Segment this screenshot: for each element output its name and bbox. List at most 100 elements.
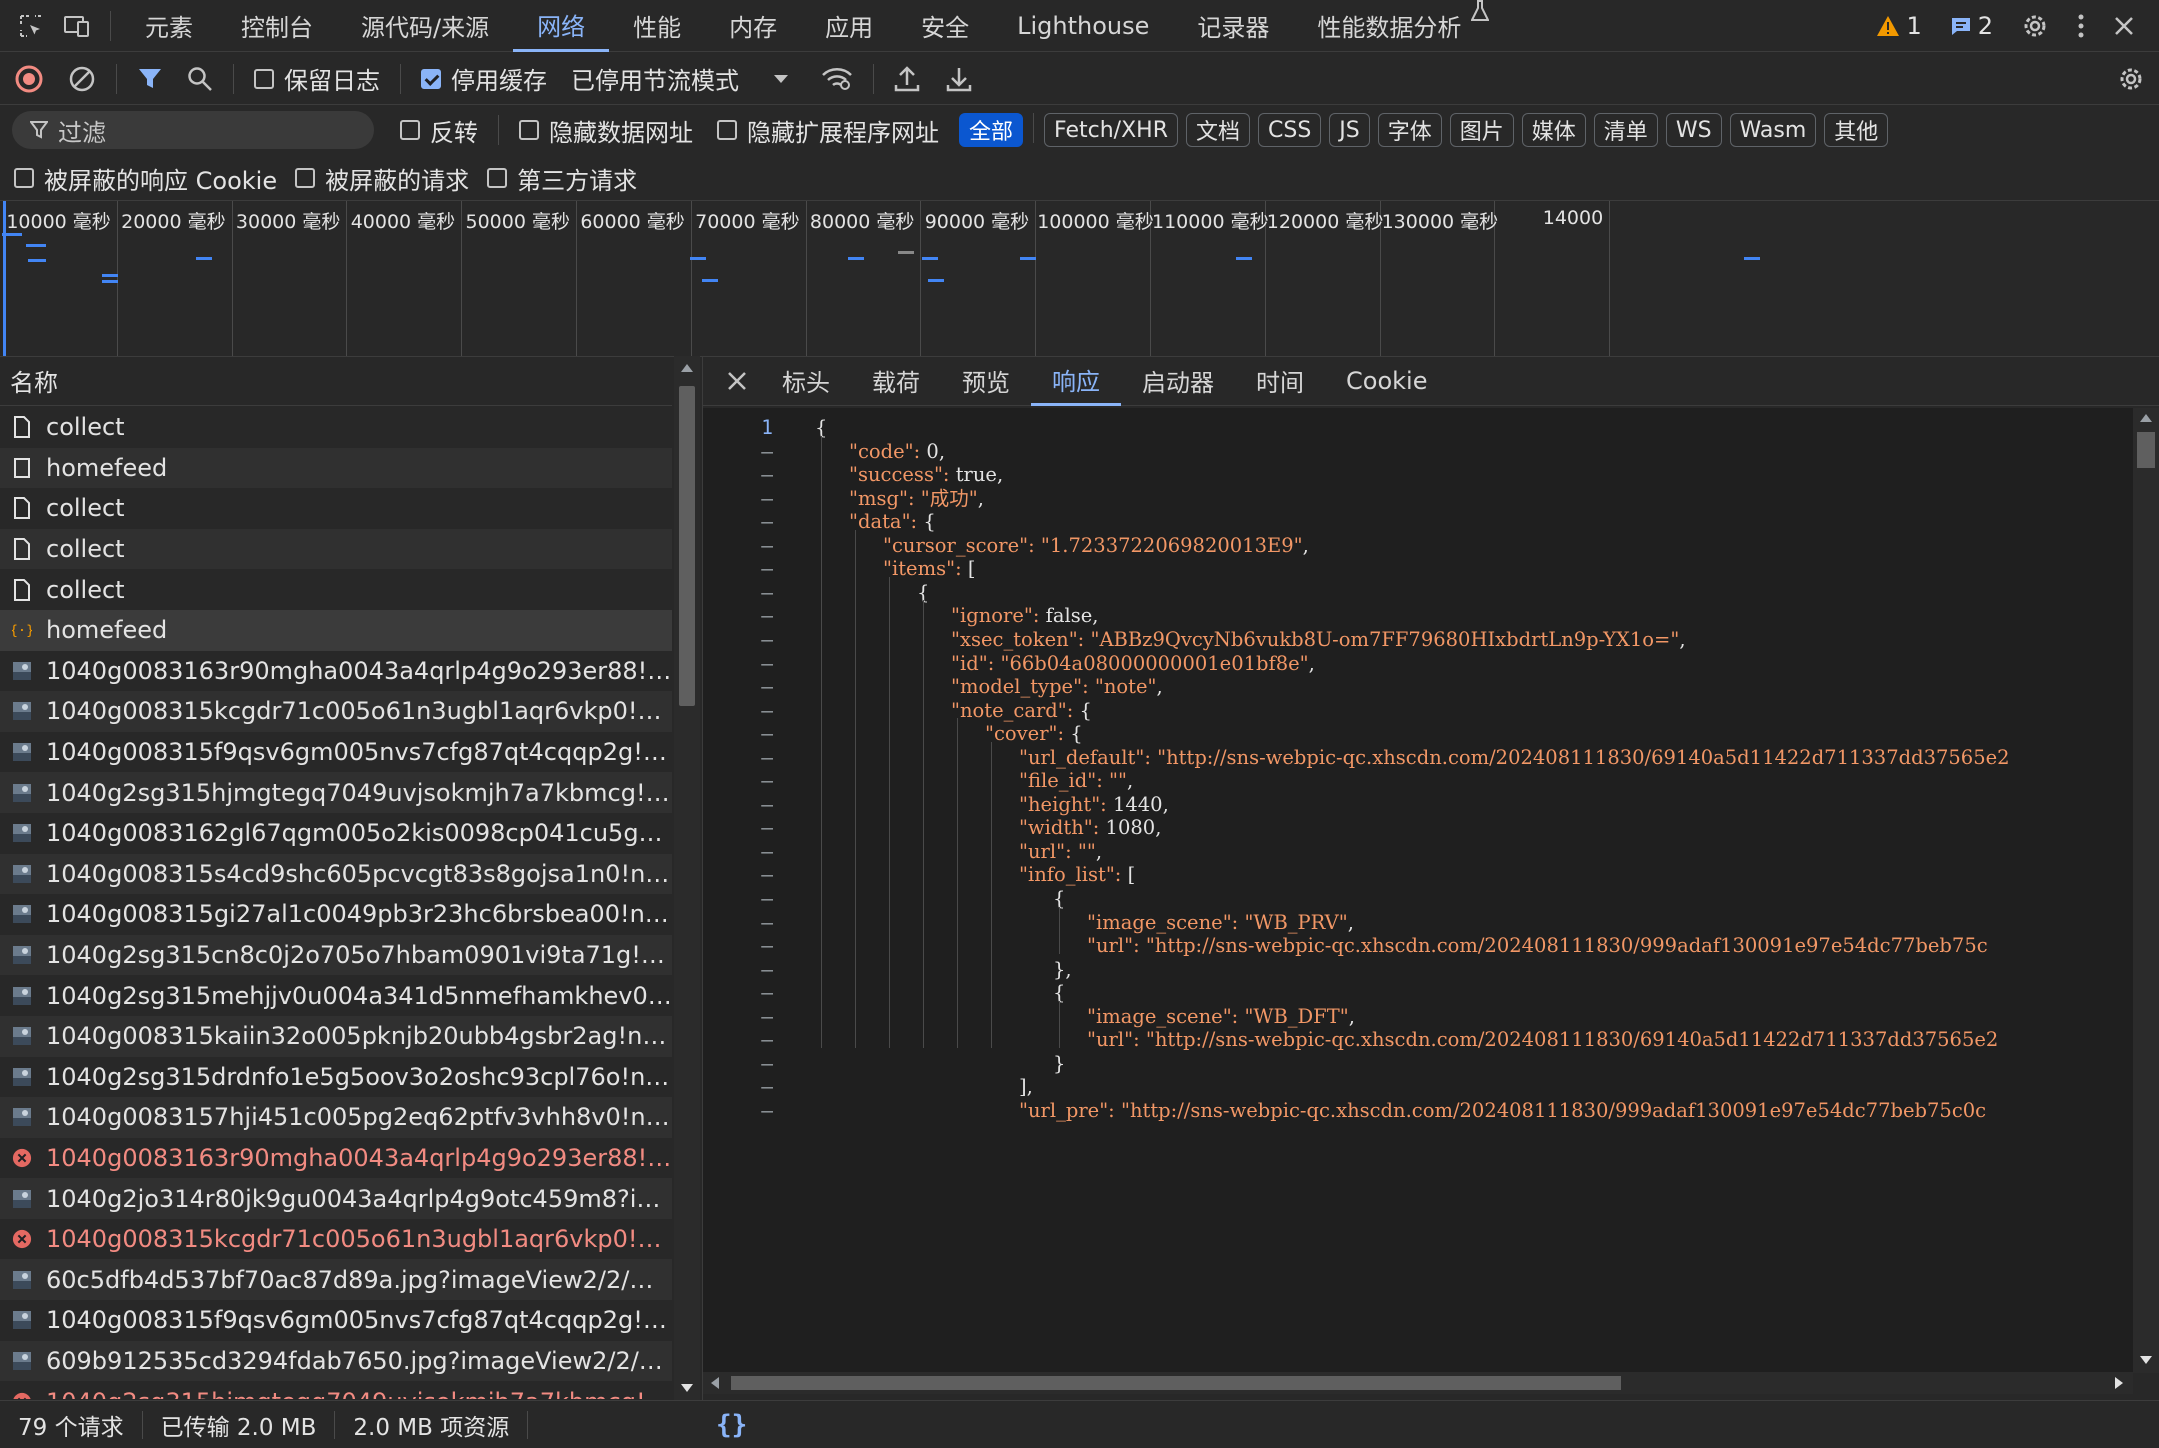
scroll-up-arrow-icon[interactable] (681, 364, 693, 372)
detail-tab[interactable]: 响应 (1031, 356, 1121, 406)
request-row[interactable]: 1040g0083162gl67qgm005o2kis0098cp041cu5g… (0, 813, 672, 854)
checkbox-box[interactable] (717, 120, 737, 140)
type-filter-chip[interactable]: Fetch/XHR (1044, 113, 1178, 147)
warnings-counter[interactable]: 1 (1876, 12, 1922, 40)
main-tab[interactable]: Lighthouse (993, 0, 1173, 52)
response-horizontal-scrollbar[interactable] (703, 1372, 2133, 1394)
main-tab[interactable]: 网络 (513, 0, 610, 52)
request-list-scrollbar[interactable] (674, 356, 700, 1400)
search-icon[interactable] (187, 66, 213, 92)
request-row[interactable]: {·} homefeed (0, 609, 672, 651)
network-settings-gear-icon[interactable] (2117, 65, 2145, 93)
scroll-right-arrow-icon[interactable] (2115, 1377, 2123, 1389)
main-tab[interactable]: 性能数据分析 (1293, 0, 1485, 52)
type-filter-chip[interactable]: 字体 (1377, 113, 1442, 147)
settings-gear-icon[interactable] (2021, 12, 2049, 40)
preserve-log-checkbox[interactable]: 保留日志 (254, 61, 380, 96)
request-row[interactable]: 1040g008315kaiin32o005pknjb20ubb4gsbr2ag… (0, 1015, 672, 1057)
fold-marker[interactable]: – (703, 1095, 773, 1127)
request-row[interactable]: 1040g008315s4cd9shc605pcvcgt83s8gojsa1n0… (0, 853, 672, 895)
detail-tab[interactable]: 预览 (941, 356, 1031, 406)
main-tab[interactable]: 内存 (705, 0, 801, 52)
device-toolbar-icon[interactable] (54, 0, 100, 52)
request-row[interactable]: 1040g008315gi27al1c0049pb3r23hc6brsbea00… (0, 894, 672, 935)
hide-extension-urls-checkbox[interactable]: 隐藏扩展程序网址 (717, 113, 939, 148)
request-row[interactable]: 1040g2sg315drdnfo1e5g5oov3o2oshc93cpl76o… (0, 1057, 672, 1098)
checkbox-box[interactable] (295, 168, 316, 188)
blocked-requests-checkbox[interactable]: 被屏蔽的请求 (295, 161, 469, 196)
request-row[interactable]: homefeed (0, 447, 672, 489)
request-row[interactable]: 1040g2jo314r80jk9gu0043a4qrlp4g9otc459m8… (0, 1178, 672, 1219)
checkbox-box[interactable] (421, 68, 441, 89)
blocked-cookies-checkbox[interactable]: 被屏蔽的响应 Cookie (14, 161, 277, 196)
scroll-up-arrow-icon[interactable] (2140, 414, 2152, 422)
checkbox-box[interactable] (487, 168, 508, 188)
scroll-left-arrow-icon[interactable] (711, 1377, 719, 1389)
network-overview-timeline[interactable]: 10000 毫秒 20000 毫秒 30000 毫秒 40000 毫秒 50000 毫秒… (0, 200, 2159, 357)
throttling-select[interactable]: 已停用节流模式 (571, 61, 789, 96)
request-row[interactable]: 1040g2sg315mehjjv0u004a341d5nmefhamkhev0… (0, 975, 672, 1016)
invert-checkbox[interactable]: 反转 (400, 113, 478, 148)
type-filter-chip[interactable]: 清单 (1593, 113, 1658, 147)
import-har-icon[interactable] (894, 65, 920, 93)
request-row[interactable]: collect (0, 407, 672, 448)
hide-data-urls-checkbox[interactable]: 隐藏数据网址 (519, 113, 693, 148)
detail-tab[interactable]: Cookie (1325, 356, 1448, 406)
messages-counter[interactable]: 2 (1950, 12, 1993, 40)
request-row[interactable]: 1040g2sg315hjmgtegq7049uvjsokmjh7a7kbmcg… (0, 1381, 672, 1399)
scrollbar-thumb[interactable] (731, 1376, 1621, 1390)
type-filter-chip[interactable]: 媒体 (1521, 113, 1586, 147)
name-column-header[interactable]: 名称 (0, 356, 672, 406)
type-filter-chip[interactable]: 图片 (1449, 113, 1514, 147)
request-row[interactable]: 1040g008315f9qsv6gm005nvs7cfg87qt4cqqp2g… (0, 1300, 672, 1341)
detail-tab[interactable]: 载荷 (851, 356, 941, 406)
request-row[interactable]: 1040g2sg315cn8c0j2o705o7hbam0901vi9ta71g… (0, 934, 672, 976)
request-row[interactable]: 1040g0083157hji451c005pg2eq62ptfv3vhh8v0… (0, 1097, 672, 1138)
scrollbar-thumb[interactable] (2137, 432, 2155, 468)
request-row[interactable]: collect (0, 528, 672, 570)
response-json-viewer[interactable]: 1{– "code": 0, – "success": true, – "msg": "成… (703, 408, 2133, 1373)
type-filter-chip[interactable]: 文档 (1185, 113, 1250, 147)
type-filter-chip[interactable]: JS (1329, 113, 1370, 147)
clear-icon[interactable] (68, 65, 96, 93)
checkbox-box[interactable] (254, 68, 274, 89)
main-tab[interactable]: 安全 (897, 0, 993, 52)
more-options-icon[interactable] (2077, 13, 2085, 39)
pretty-print-icon[interactable]: {} (716, 1410, 747, 1440)
main-tab[interactable]: 源代码/来源 (337, 0, 513, 52)
request-row[interactable]: 1040g2sg315hjmgtegq7049uvjsokmjh7a7kbmcg… (0, 772, 672, 813)
request-row[interactable]: collect (0, 488, 672, 529)
main-tab[interactable]: 性能 (609, 0, 705, 52)
request-row[interactable]: 1040g0083163r90mgha0043a4qrlp4g9o293er88… (0, 1138, 672, 1179)
detail-tab[interactable]: 时间 (1235, 356, 1325, 406)
request-row[interactable]: collect (0, 569, 672, 610)
close-detail-icon[interactable] (727, 371, 747, 391)
type-filter-chip[interactable]: 全部 (959, 113, 1024, 147)
scroll-down-arrow-icon[interactable] (2140, 1356, 2152, 1364)
request-row[interactable]: 1040g008315f9qsv6gm005nvs7cfg87qt4cqqp2g… (0, 732, 672, 773)
request-row[interactable]: 1040g008315kcgdr71c005o61n3ugbl1aqr6vkp0… (0, 691, 672, 732)
checkbox-box[interactable] (519, 120, 539, 140)
third-party-checkbox[interactable]: 第三方请求 (487, 161, 637, 196)
detail-tab[interactable]: 启动器 (1121, 356, 1235, 406)
disable-cache-checkbox[interactable]: 停用缓存 (421, 61, 547, 96)
filter-funnel-icon[interactable] (137, 66, 163, 92)
close-devtools-icon[interactable] (2113, 15, 2135, 37)
type-filter-chip[interactable]: 其他 (1824, 113, 1889, 147)
type-filter-chip[interactable]: CSS (1258, 113, 1322, 147)
request-row[interactable]: 60c5dfb4d537bf70ac87d89a.jpg?imageView2/… (0, 1259, 672, 1301)
scroll-down-arrow-icon[interactable] (681, 1384, 693, 1392)
main-tab[interactable]: 元素 (121, 0, 217, 52)
filter-input[interactable]: 过滤 (12, 111, 374, 149)
request-row[interactable]: 609b912535cd3294fdab7650.jpg?imageView2/… (0, 1340, 672, 1382)
type-filter-chip[interactable]: Wasm (1729, 113, 1817, 147)
request-row[interactable]: 1040g008315kcgdr71c005o61n3ugbl1aqr6vkp0… (0, 1219, 672, 1260)
export-har-icon[interactable] (946, 65, 972, 93)
main-tab[interactable]: 应用 (801, 0, 897, 52)
inspect-element-icon[interactable] (8, 0, 54, 52)
detail-tab[interactable]: 标头 (761, 356, 851, 406)
request-row[interactable]: 1040g0083163r90mgha0043a4qrlp4g9o293er88… (0, 651, 672, 692)
scrollbar-thumb[interactable] (679, 386, 695, 706)
main-tab[interactable]: 控制台 (217, 0, 337, 52)
type-filter-chip[interactable]: WS (1665, 113, 1722, 147)
